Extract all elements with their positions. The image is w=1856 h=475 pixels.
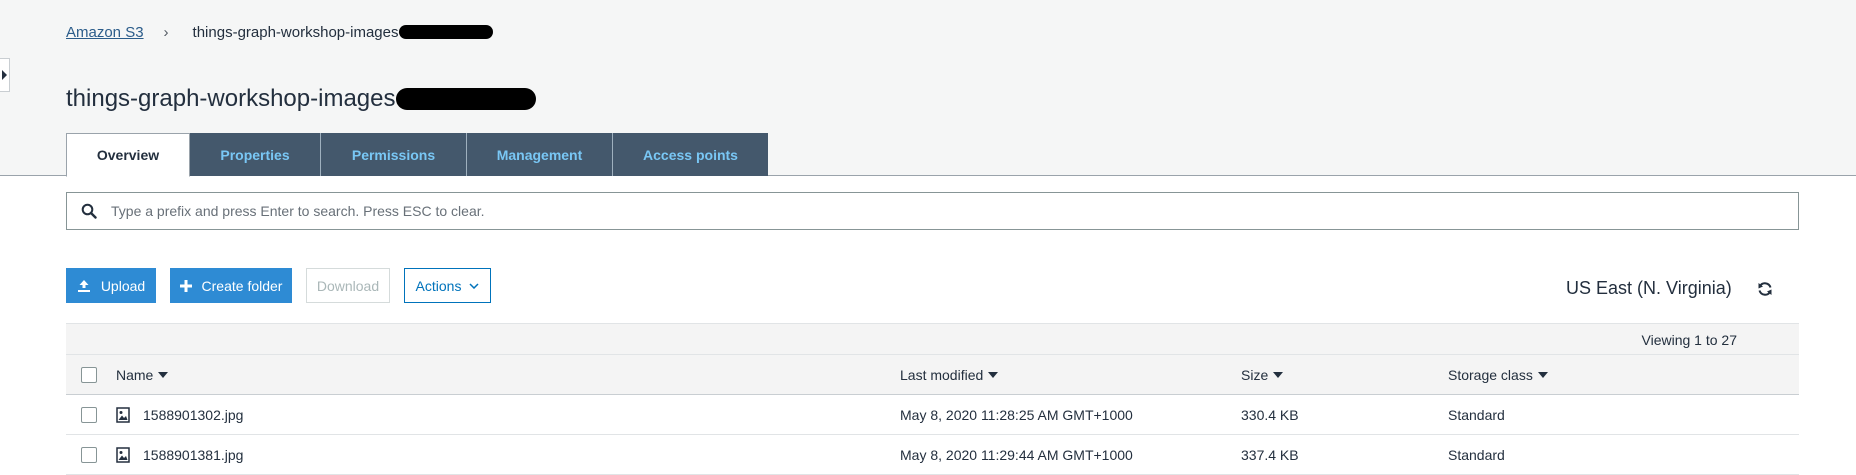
redaction-mark <box>399 25 494 39</box>
sort-caret-icon <box>1537 372 1548 378</box>
column-header-size[interactable]: Size <box>1241 367 1284 383</box>
caret-right-icon <box>2 70 7 80</box>
storage-class-cell: Standard <box>1448 447 1505 463</box>
table-header: Name Last modified Size Storage class <box>66 354 1799 395</box>
viewing-count: Viewing 1 to 27 <box>1641 332 1737 348</box>
page-title-container: things-graph-workshop-images <box>66 82 537 116</box>
redaction-mark <box>396 88 537 110</box>
size-cell: 337.4 KB <box>1241 447 1299 463</box>
sort-caret-icon <box>158 372 169 378</box>
actions-dropdown[interactable]: Actions <box>404 268 491 303</box>
breadcrumb: Amazon S3 › things-graph-workshop-images <box>66 22 494 42</box>
chevron-down-icon <box>469 282 479 289</box>
upload-label: Upload <box>100 277 146 294</box>
column-header-label: Size <box>1241 367 1269 383</box>
breadcrumb-link-amazon-s3[interactable]: Amazon S3 <box>66 24 144 41</box>
tab-overview[interactable]: Overview <box>66 133 190 177</box>
upload-icon <box>77 279 91 293</box>
tab-label: Overview <box>96 147 160 163</box>
tab-label: Properties <box>220 146 290 163</box>
sort-caret-icon <box>988 372 999 378</box>
refresh-icon[interactable] <box>1757 281 1773 302</box>
download-label: Download <box>316 277 380 294</box>
upload-button[interactable]: Upload <box>66 268 156 303</box>
row-checkbox[interactable] <box>81 447 97 463</box>
storage-class-cell: Standard <box>1448 407 1505 423</box>
column-header-last-modified[interactable]: Last modified <box>900 367 999 383</box>
last-modified-cell: May 8, 2020 11:29:44 AM GMT+1000 <box>900 447 1133 463</box>
tab-label: Permissions <box>351 146 436 163</box>
plus-icon <box>179 279 192 292</box>
image-file-icon <box>116 447 130 466</box>
tab-management[interactable]: Management <box>467 133 613 176</box>
table-row[interactable]: 1588901381.jpg May 8, 2020 11:29:44 AM G… <box>66 435 1799 475</box>
file-name-link[interactable]: 1588901302.jpg <box>143 407 243 423</box>
tab-properties[interactable]: Properties <box>190 133 321 176</box>
sort-caret-icon <box>1273 372 1284 378</box>
region-label: US East (N. Virginia) <box>1566 278 1732 298</box>
search-bar <box>66 192 1799 230</box>
tab-access-points[interactable]: Access points <box>613 133 768 176</box>
last-modified-cell: May 8, 2020 11:28:25 AM GMT+1000 <box>900 407 1133 423</box>
size-cell: 330.4 KB <box>1241 407 1299 423</box>
column-header-label: Storage class <box>1448 367 1533 383</box>
column-header-label: Last modified <box>900 367 984 383</box>
actions-label: Actions <box>415 277 462 294</box>
search-icon <box>67 203 111 219</box>
search-input[interactable] <box>111 196 1798 226</box>
select-all-checkbox[interactable] <box>81 367 97 383</box>
image-file-icon <box>116 407 130 426</box>
tab-label: Access points <box>643 146 738 163</box>
breadcrumb-separator: › <box>163 23 169 41</box>
breadcrumb-current: things-graph-workshop-images <box>192 23 399 41</box>
tab-bar: Overview Properties Permissions Manageme… <box>66 133 768 177</box>
create-folder-label: Create folder <box>201 277 283 294</box>
create-folder-button[interactable]: Create folder <box>170 268 292 303</box>
column-header-storage-class[interactable]: Storage class <box>1448 367 1548 383</box>
sidebar-toggle-button[interactable] <box>0 58 10 92</box>
file-name-link[interactable]: 1588901381.jpg <box>143 447 243 463</box>
column-header-label: Name <box>116 367 154 383</box>
column-header-name[interactable]: Name <box>116 367 169 383</box>
viewing-bar: Viewing 1 to 27 <box>66 323 1799 354</box>
row-checkbox[interactable] <box>81 407 97 423</box>
page-title: things-graph-workshop-images <box>66 85 396 112</box>
tab-label: Management <box>496 146 583 163</box>
tab-permissions[interactable]: Permissions <box>321 133 467 176</box>
download-button[interactable]: Download <box>306 268 390 303</box>
table-row[interactable]: 1588901302.jpg May 8, 2020 11:28:25 AM G… <box>66 395 1799 435</box>
